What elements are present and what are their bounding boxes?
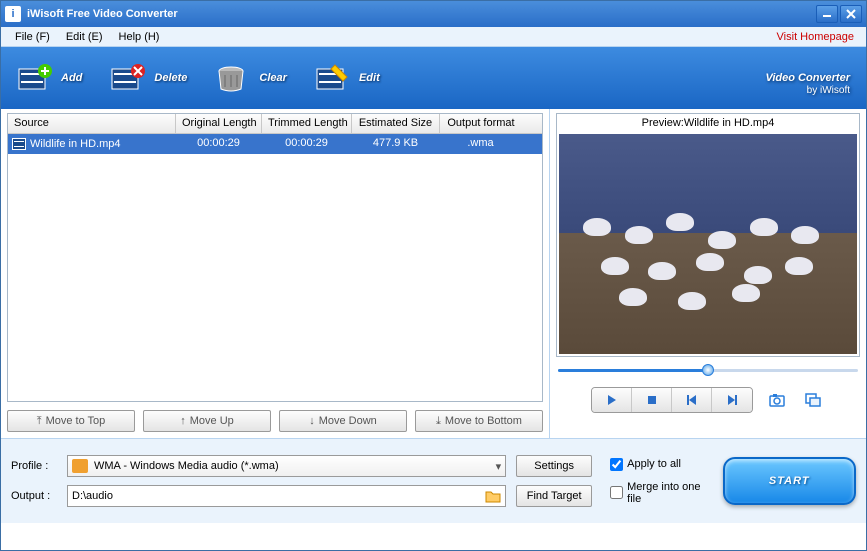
- move-down-button[interactable]: ↓Move Down: [279, 410, 407, 432]
- slider-thumb[interactable]: [702, 364, 714, 376]
- edit-icon: [315, 63, 351, 93]
- fullscreen-button[interactable]: [801, 390, 825, 410]
- grid-empty-area[interactable]: [8, 154, 542, 401]
- snapshot-button[interactable]: [765, 390, 789, 410]
- preview-label: Preview:Wildlife in HD.mp4: [557, 114, 859, 132]
- file-grid: Source Original Length Trimmed Length Es…: [7, 113, 543, 402]
- start-button[interactable]: START: [723, 457, 857, 505]
- close-button[interactable]: [840, 5, 862, 23]
- preview-video[interactable]: [559, 134, 857, 354]
- find-target-button[interactable]: Find Target: [516, 485, 592, 507]
- seek-slider[interactable]: [558, 363, 858, 377]
- arrow-bottom-icon: ⤓: [436, 415, 441, 428]
- preview-panel: Preview:Wildlife in HD.mp4: [556, 113, 860, 357]
- play-button[interactable]: [592, 388, 632, 412]
- browse-folder-icon[interactable]: [485, 489, 501, 503]
- menu-file[interactable]: File (F): [7, 29, 58, 45]
- move-up-button[interactable]: ↑Move Up: [143, 410, 271, 432]
- profile-value: WMA - Windows Media audio (*.wma): [94, 460, 490, 472]
- edit-label: Edit: [359, 72, 380, 84]
- output-path-field[interactable]: [67, 485, 506, 507]
- menubar: File (F) Edit (E) Help (H) Visit Homepag…: [1, 27, 866, 47]
- menu-edit[interactable]: Edit (E): [58, 29, 111, 45]
- add-icon: [17, 63, 53, 93]
- row-size: 477.9 KB: [352, 134, 440, 154]
- table-row[interactable]: Wildlife in HD.mp4 00:00:29 00:00:29 477…: [8, 134, 542, 154]
- output-label: Output :: [11, 490, 61, 502]
- minimize-button[interactable]: [816, 5, 838, 23]
- profile-label: Profile :: [11, 460, 61, 472]
- add-button[interactable]: Add: [17, 63, 82, 93]
- brand-logo: Video Converter by iWisoft: [765, 61, 850, 96]
- col-source[interactable]: Source: [8, 114, 176, 133]
- clear-icon: [215, 63, 251, 93]
- delete-button[interactable]: Delete: [110, 63, 187, 93]
- toolbar: Add Delete Clear Edit Video Converter by…: [1, 47, 866, 109]
- move-to-bottom-button[interactable]: ⤓Move to Bottom: [415, 410, 543, 432]
- edit-button[interactable]: Edit: [315, 63, 380, 93]
- col-original-length[interactable]: Original Length: [176, 114, 262, 133]
- chevron-down-icon: ▾: [496, 460, 502, 473]
- col-output-format[interactable]: Output format: [440, 114, 522, 133]
- wma-icon: [72, 459, 88, 473]
- menu-help[interactable]: Help (H): [111, 29, 168, 45]
- film-icon: [12, 138, 26, 150]
- prev-button[interactable]: [672, 388, 712, 412]
- row-fmt: .wma: [440, 134, 522, 154]
- delete-icon: [110, 63, 146, 93]
- row-trim: 00:00:29: [262, 134, 352, 154]
- row-orig: 00:00:29: [176, 134, 262, 154]
- stop-button[interactable]: [632, 388, 672, 412]
- output-input[interactable]: [72, 490, 485, 502]
- apply-to-all-checkbox[interactable]: Apply to all: [610, 458, 712, 471]
- profile-combo[interactable]: WMA - Windows Media audio (*.wma) ▾: [67, 455, 506, 477]
- visit-homepage-link[interactable]: Visit Homepage: [777, 31, 860, 43]
- arrow-top-icon: ⤒: [37, 415, 42, 428]
- col-estimated-size[interactable]: Estimated Size: [352, 114, 440, 133]
- arrow-up-icon: ↑: [180, 415, 186, 427]
- delete-label: Delete: [154, 72, 187, 84]
- col-trimmed-length[interactable]: Trimmed Length: [262, 114, 352, 133]
- next-button[interactable]: [712, 388, 752, 412]
- settings-button[interactable]: Settings: [516, 455, 592, 477]
- move-to-top-button[interactable]: ⤒Move to Top: [7, 410, 135, 432]
- window-title: iWisoft Free Video Converter: [27, 8, 814, 20]
- add-label: Add: [61, 72, 82, 84]
- clear-button[interactable]: Clear: [215, 63, 287, 93]
- row-source: Wildlife in HD.mp4: [30, 138, 120, 150]
- app-icon: i: [5, 6, 21, 22]
- titlebar: i iWisoft Free Video Converter: [1, 1, 866, 27]
- brand-text: Video Converter: [765, 72, 850, 84]
- grid-header: Source Original Length Trimmed Length Es…: [8, 114, 542, 134]
- bottom-panel: Profile : WMA - Windows Media audio (*.w…: [1, 439, 866, 523]
- arrow-down-icon: ↓: [309, 415, 315, 427]
- clear-label: Clear: [259, 72, 287, 84]
- merge-checkbox[interactable]: Merge into one file: [610, 481, 712, 505]
- brand-sub: by iWisoft: [765, 85, 850, 96]
